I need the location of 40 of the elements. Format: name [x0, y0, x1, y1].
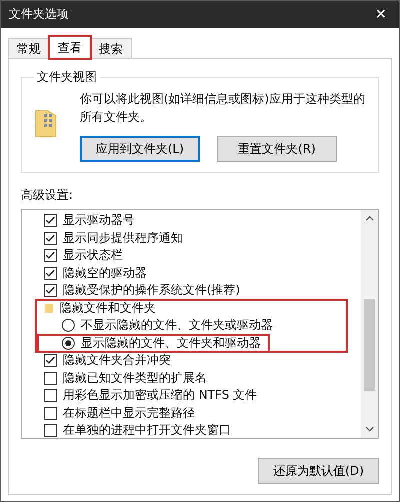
checkbox-icon: [44, 249, 57, 262]
radio-icon: [62, 319, 75, 332]
description-text: 你可以将此视图(如详细信息或图标)应用于这种类型的所有文件夹。: [80, 91, 366, 126]
close-button[interactable]: ✕: [363, 1, 399, 28]
checkbox-setting[interactable]: 隐藏空的驱动器: [38, 264, 355, 282]
checkbox-setting[interactable]: 隐藏受保护的操作系统文件(推荐): [38, 282, 355, 300]
checkbox-icon: [44, 214, 57, 228]
checkbox-setting[interactable]: 隐藏文件夹合并冲突: [38, 352, 355, 370]
checkbox-icon: [44, 284, 57, 298]
checkbox-setting[interactable]: 隐藏已知文件类型的扩展名: [38, 370, 355, 387]
checkbox-icon: [44, 406, 57, 420]
checkbox-setting[interactable]: 显示驱动器号: [38, 212, 355, 230]
checkbox-setting[interactable]: 用彩色显示加密或压缩的 NTFS 文件: [38, 387, 355, 404]
scrollbar[interactable]: [361, 210, 378, 438]
group-label: 隐藏文件和文件夹: [60, 300, 156, 317]
advanced-settings-label: 高级设置:: [21, 187, 74, 204]
restore-defaults-button[interactable]: 还原为默认值(D): [258, 458, 379, 484]
tab[interactable]: 搜索: [90, 38, 132, 58]
checkbox-icon: [44, 372, 57, 385]
checkbox-icon: [44, 266, 57, 280]
group-title: 文件夹视图: [36, 69, 98, 86]
window-title: 文件夹选项: [9, 6, 69, 23]
folder-icon: [34, 108, 58, 138]
folder-view-button[interactable]: 应用到文件夹(L): [80, 136, 200, 162]
checkbox-setting[interactable]: 显示同步提供程序通知: [38, 230, 355, 247]
checkbox-icon: [44, 389, 57, 402]
radio-icon: [62, 336, 75, 350]
checkbox-icon: [44, 232, 57, 245]
folder-view-button[interactable]: 重置文件夹(R): [217, 136, 338, 162]
checkbox-setting[interactable]: 在标题栏中显示完整路径: [38, 404, 355, 422]
radio-setting[interactable]: 显示隐藏的文件、文件夹和驱动器: [38, 334, 269, 352]
tab[interactable]: 常规: [8, 38, 50, 58]
scroll-thumb[interactable]: [364, 299, 375, 391]
checkbox-icon: [44, 424, 57, 438]
checkbox-setting[interactable]: 显示状态栏: [38, 247, 355, 264]
checkbox-icon: [44, 354, 57, 368]
tab[interactable]: 查看: [49, 36, 91, 59]
checkbox-setting[interactable]: 在单独的进程中打开文件夹窗口: [38, 422, 355, 438]
radio-setting[interactable]: 不显示隐藏的文件、文件夹或驱动器: [38, 317, 281, 334]
folder-icon: [44, 302, 54, 314]
